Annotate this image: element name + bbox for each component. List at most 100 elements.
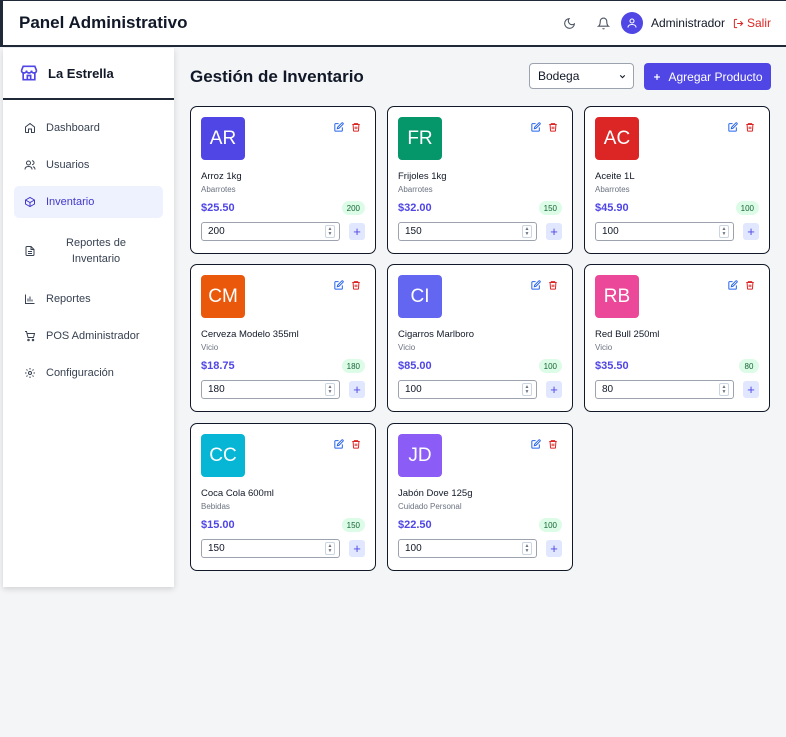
quantity-stepper[interactable]: ▲ ▼ xyxy=(719,225,729,238)
edit-icon[interactable] xyxy=(334,119,344,137)
add-stock-button[interactable]: + xyxy=(349,223,365,240)
product-category: Vicio xyxy=(398,343,416,352)
quantity-stepper[interactable]: ▲ ▼ xyxy=(325,225,335,238)
sidebar: La Estrella Dashboard Usuarios Inventari… xyxy=(3,48,174,587)
trash-icon[interactable] xyxy=(548,436,558,454)
add-product-button[interactable]: Agregar Producto xyxy=(644,63,771,90)
product-name: Aceite 1L xyxy=(595,171,635,182)
edit-icon[interactable] xyxy=(531,277,541,295)
sidebar-item-label: Inventario xyxy=(46,196,95,208)
sidebar-item-label: POS Administrador xyxy=(46,330,140,342)
quantity-stepper[interactable]: ▲ ▼ xyxy=(325,542,335,555)
quantity-input[interactable]: 100 ▲ ▼ xyxy=(595,222,734,241)
cart-icon xyxy=(24,330,36,342)
moon-icon[interactable] xyxy=(553,11,587,35)
page-title: Gestión de Inventario xyxy=(190,67,364,86)
quantity-value: 150 xyxy=(208,543,225,554)
app-title: Panel Administrativo xyxy=(19,13,188,32)
sidebar-item-reportes-inventario[interactable]: Reportes de Inventario xyxy=(14,223,163,278)
product-card[interactable]: FR Frijoles 1kg Abarrotes $32.00 150 150 ▲ ▼ + xyxy=(387,106,573,254)
product-category: Cuidado Personal xyxy=(398,502,462,511)
product-card[interactable]: CC Coca Cola 600ml Bebidas $15.00 150 150 ▲ ▼ + xyxy=(190,423,376,571)
product-initials-badge: CM xyxy=(201,275,245,318)
product-category: Bebidas xyxy=(201,502,230,511)
edit-icon[interactable] xyxy=(531,436,541,454)
edit-icon[interactable] xyxy=(531,119,541,137)
trash-icon[interactable] xyxy=(548,119,558,137)
trash-icon[interactable] xyxy=(745,119,755,137)
edit-icon[interactable] xyxy=(728,277,738,295)
warehouse-select[interactable]: Bodega xyxy=(529,63,634,89)
product-price: $85.00 xyxy=(398,360,432,372)
card-actions xyxy=(334,119,361,137)
top-bar: Panel Administrativo Administrador Salir xyxy=(0,0,786,47)
product-card[interactable]: JD Jabón Dove 125g Cuidado Personal $22.50 1… xyxy=(387,423,573,571)
add-stock-button[interactable]: + xyxy=(349,540,365,557)
sidebar-item-configuracion[interactable]: Configuración xyxy=(14,357,163,389)
product-price: $32.00 xyxy=(398,202,432,214)
card-actions xyxy=(728,119,755,137)
add-stock-button[interactable]: + xyxy=(743,223,759,240)
trash-icon[interactable] xyxy=(745,277,755,295)
product-initials-badge: JD xyxy=(398,434,442,477)
quantity-value: 150 xyxy=(405,226,422,237)
stock-badge: 100 xyxy=(538,518,562,532)
sidebar-item-pos-administrador[interactable]: POS Administrador xyxy=(14,320,163,352)
add-stock-button[interactable]: + xyxy=(546,223,562,240)
product-name: Frijoles 1kg xyxy=(398,171,447,182)
product-initials-badge: FR xyxy=(398,117,442,160)
add-stock-button[interactable]: + xyxy=(349,381,365,398)
sidebar-item-dashboard[interactable]: Dashboard xyxy=(14,112,163,144)
product-card[interactable]: AR Arroz 1kg Abarrotes $25.50 200 200 ▲ ▼ + xyxy=(190,106,376,254)
trash-icon[interactable] xyxy=(351,436,361,454)
product-initials-badge: AC xyxy=(595,117,639,160)
sidebar-item-label: Configuración xyxy=(46,367,114,379)
edit-icon[interactable] xyxy=(334,436,344,454)
logout-button[interactable]: Salir xyxy=(733,16,771,30)
trash-icon[interactable] xyxy=(351,277,361,295)
brand[interactable]: La Estrella xyxy=(3,48,174,100)
quantity-input[interactable]: 100 ▲ ▼ xyxy=(398,539,537,558)
card-actions xyxy=(728,277,755,295)
quantity-stepper[interactable]: ▲ ▼ xyxy=(522,383,532,396)
quantity-input[interactable]: 200 ▲ ▼ xyxy=(201,222,340,241)
sidebar-item-usuarios[interactable]: Usuarios xyxy=(14,149,163,181)
edit-icon[interactable] xyxy=(728,119,738,137)
brand-name: La Estrella xyxy=(48,65,114,81)
card-actions xyxy=(531,436,558,454)
add-stock-button[interactable]: + xyxy=(743,381,759,398)
product-card[interactable]: CI Cigarros Marlboro Vicio $85.00 100 100 ▲ ▼ + xyxy=(387,264,573,412)
quantity-stepper[interactable]: ▲ ▼ xyxy=(325,383,335,396)
product-card[interactable]: RB Red Bull 250ml Vicio $35.50 80 80 ▲ ▼ + xyxy=(584,264,770,412)
product-card[interactable]: AC Aceite 1L Abarrotes $45.90 100 100 ▲ ▼ + xyxy=(584,106,770,254)
product-initials-badge: CI xyxy=(398,275,442,318)
quantity-input[interactable]: 180 ▲ ▼ xyxy=(201,380,340,399)
trash-icon[interactable] xyxy=(351,119,361,137)
product-category: Vicio xyxy=(595,343,613,352)
product-category: Abarrotes xyxy=(398,185,433,194)
quantity-value: 200 xyxy=(208,226,225,237)
quantity-stepper[interactable]: ▲ ▼ xyxy=(719,383,729,396)
quantity-input[interactable]: 150 ▲ ▼ xyxy=(201,539,340,558)
edit-icon[interactable] xyxy=(334,277,344,295)
quantity-stepper[interactable]: ▲ ▼ xyxy=(522,225,532,238)
bar-chart-icon xyxy=(24,293,36,305)
quantity-input[interactable]: 100 ▲ ▼ xyxy=(398,380,537,399)
product-category: Abarrotes xyxy=(595,185,630,194)
quantity-input[interactable]: 80 ▲ ▼ xyxy=(595,380,734,399)
sidebar-item-reportes[interactable]: Reportes xyxy=(14,283,163,315)
add-stock-button[interactable]: + xyxy=(546,381,562,398)
sidebar-item-inventario[interactable]: Inventario xyxy=(14,186,163,218)
product-card[interactable]: CM Cerveza Modelo 355ml Vicio $18.75 180 180 ▲… xyxy=(190,264,376,412)
product-price: $35.50 xyxy=(595,360,629,372)
add-stock-button[interactable]: + xyxy=(546,540,562,557)
trash-icon[interactable] xyxy=(548,277,558,295)
quantity-value: 100 xyxy=(602,226,619,237)
card-actions xyxy=(334,277,361,295)
stock-badge: 180 xyxy=(341,359,365,373)
stock-badge: 100 xyxy=(735,201,759,215)
quantity-input[interactable]: 150 ▲ ▼ xyxy=(398,222,537,241)
bell-icon[interactable] xyxy=(587,11,621,35)
avatar[interactable] xyxy=(620,12,643,34)
quantity-stepper[interactable]: ▲ ▼ xyxy=(522,542,532,555)
